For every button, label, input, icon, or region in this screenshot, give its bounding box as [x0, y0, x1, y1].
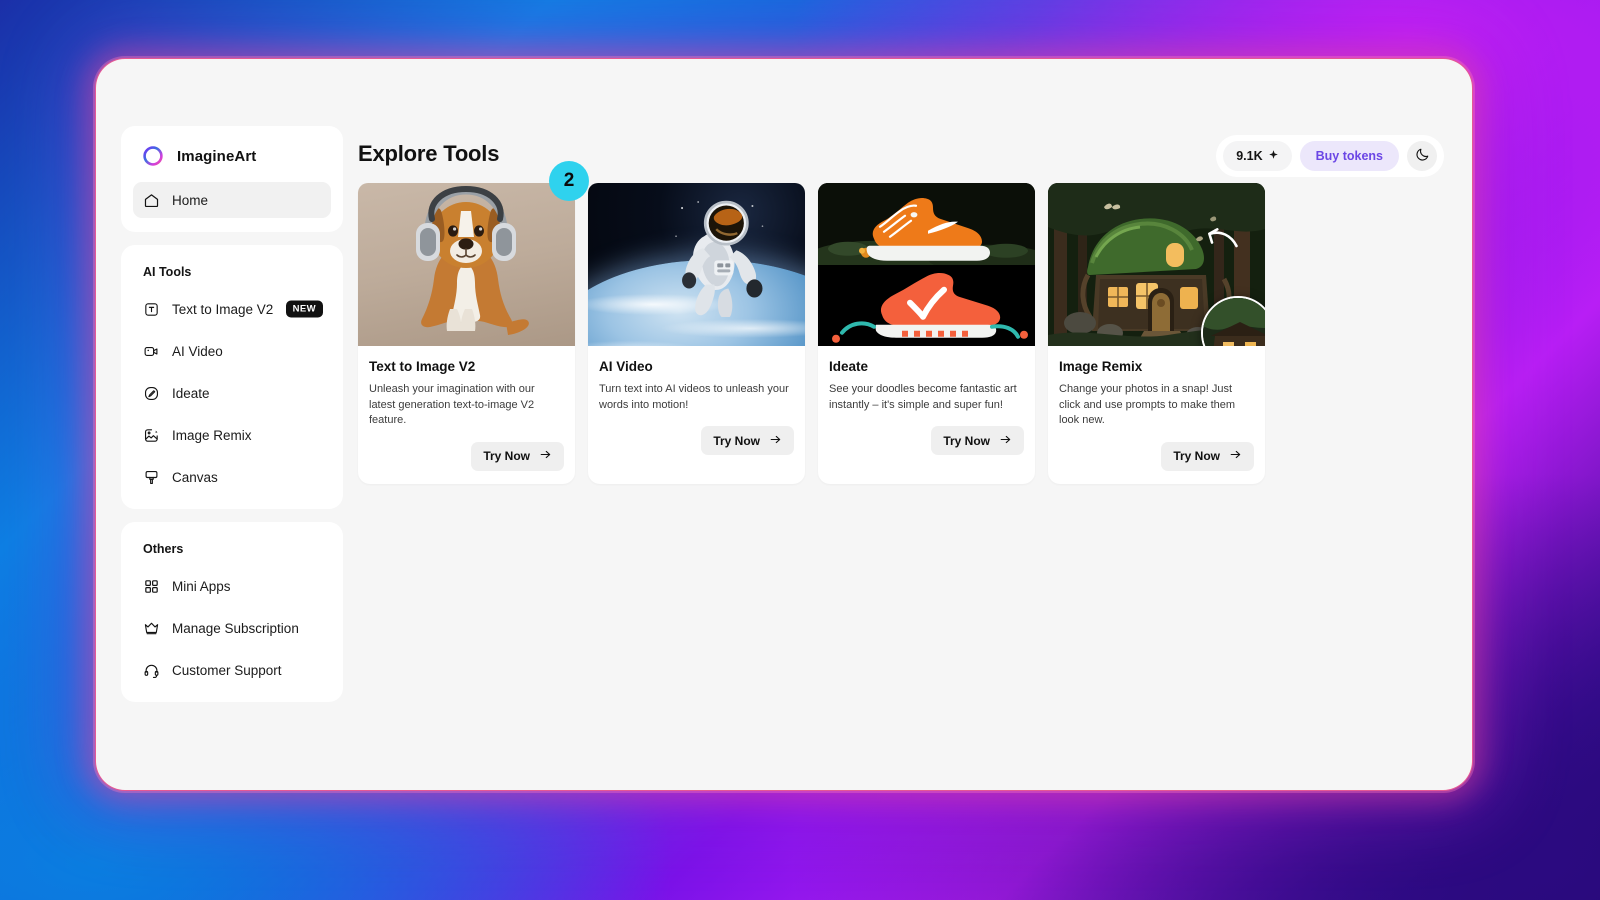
card-description: Unleash your imagination with our latest… [369, 383, 535, 427]
sidebar-group-title-ai-tools: AI Tools [143, 265, 192, 279]
status-badge-new: NEW [285, 300, 323, 318]
sidebar-item-label-mini-apps: Mini Apps [172, 578, 231, 594]
sidebar-group-title-others: Others [143, 542, 184, 556]
sidebar-item-label-ai-video: AI Video [172, 343, 223, 359]
moon-icon [1415, 147, 1430, 165]
card-description: Change your photos in a snap! Just click… [1059, 383, 1236, 427]
card-thumbnail-forest-cottage-remix [1048, 183, 1265, 346]
theme-toggle-button[interactable] [1407, 141, 1437, 171]
try-now-button[interactable]: Try Now [701, 426, 794, 456]
sidebar-item-home[interactable]: Home [133, 182, 331, 218]
try-now-button[interactable]: Try Now [471, 441, 564, 471]
card-title: Ideate [829, 359, 869, 374]
arrow-right-icon [999, 433, 1012, 449]
try-now-label: Try Now [483, 449, 530, 464]
curved-arrow-icon [1208, 228, 1238, 248]
tool-card[interactable]: AI Video Turn text into AI videos to unl… [588, 183, 805, 484]
card-title: Image Remix [1059, 359, 1143, 374]
arrow-right-icon [1229, 448, 1242, 464]
card-title: AI Video [599, 359, 653, 374]
card-thumbnail-dog-with-headphones [358, 183, 575, 346]
sidebar-item-canvas[interactable]: Canvas [133, 459, 331, 495]
crown-icon [143, 620, 160, 637]
sidebar-item-image-remix[interactable]: Image Remix [133, 417, 331, 453]
card-thumbnail-orange-sneaker-and-doodle [818, 183, 1035, 346]
text-box-icon [143, 301, 160, 318]
sidebar-item-label-home: Home [172, 192, 209, 208]
pen-circle-icon [143, 385, 160, 402]
main-content: Explore Tools 9.1K Buy tokens 2 Text to … [358, 59, 1472, 790]
buy-tokens-button[interactable]: Buy tokens [1299, 141, 1399, 171]
tools-card-grid: 2 Text to Image V2 Unleash your imaginat… [358, 161, 1265, 484]
sparkle-icon [1268, 149, 1279, 163]
app-window: ImagineArt Home AI Tools Text to Image V… [95, 58, 1473, 791]
sidebar-item-label-manage-subscription: Manage Subscription [172, 620, 299, 636]
sidebar-top-card: ImagineArt Home [121, 126, 343, 232]
sidebar: ImagineArt Home AI Tools Text to Image V… [121, 126, 343, 702]
card-count-badge: 2 [549, 161, 589, 201]
sidebar-item-customer-support[interactable]: Customer Support [133, 652, 331, 688]
home-icon [143, 192, 160, 209]
sidebar-item-mini-apps[interactable]: Mini Apps [133, 568, 331, 604]
token-balance-value: 9.1K [1236, 149, 1263, 163]
try-now-button[interactable]: Try Now [1161, 441, 1254, 471]
video-camera-icon [143, 343, 160, 360]
card-description: See your doodles become fantastic art in… [829, 383, 1017, 411]
sidebar-item-label-canvas: Canvas [172, 469, 218, 485]
header-actions: 9.1K Buy tokens [1216, 135, 1444, 177]
image-edit-icon [143, 427, 160, 444]
astronaut-graphic [675, 200, 764, 317]
arrow-right-icon [539, 448, 552, 464]
sidebar-item-ideate[interactable]: Ideate [133, 375, 331, 411]
brand-name: ImagineArt [177, 147, 257, 165]
brush-icon [143, 469, 160, 486]
tool-card[interactable]: Image Remix Change your photos in a snap… [1048, 183, 1265, 484]
card-title: Text to Image V2 [369, 359, 476, 374]
arrow-right-icon [769, 433, 782, 449]
grid-apps-icon [143, 578, 160, 595]
card-thumbnail-astronaut-in-space [588, 183, 805, 346]
sidebar-item-label-customer-support: Customer Support [172, 662, 282, 678]
sidebar-item-label-image-remix: Image Remix [172, 427, 252, 443]
try-now-button[interactable]: Try Now [931, 426, 1024, 456]
try-now-label: Try Now [713, 433, 760, 448]
sidebar-item-label-ideate: Ideate [172, 385, 210, 401]
sneaker-photo [818, 183, 1035, 265]
tool-card[interactable]: 2 Text to Image V2 Unleash your imaginat… [358, 161, 589, 484]
card-description: Turn text into AI videos to unleash your… [599, 383, 789, 411]
try-now-label: Try Now [1173, 449, 1220, 464]
token-balance-chip[interactable]: 9.1K [1223, 141, 1292, 171]
tool-card[interactable]: Ideate See your doodles become fantastic… [818, 183, 1035, 484]
sidebar-item-manage-subscription[interactable]: Manage Subscription [133, 610, 331, 646]
try-now-label: Try Now [943, 433, 990, 448]
brand: ImagineArt [133, 140, 331, 182]
sidebar-group-ai-tools: AI Tools Text to Image V2 NEW AI Video I… [121, 245, 343, 509]
sidebar-item-text-to-image-v2[interactable]: Text to Image V2 NEW [133, 291, 331, 327]
page-title: Explore Tools [358, 141, 500, 166]
headset-icon [143, 662, 160, 679]
sidebar-item-label-text-to-image-v2: Text to Image V2 [172, 301, 274, 317]
sidebar-group-others: Others Mini Apps Manage Subscription Cus… [121, 522, 343, 702]
sidebar-item-ai-video[interactable]: AI Video [133, 333, 331, 369]
ring-gradient-logo-icon [141, 144, 165, 168]
doodle-sketch [818, 264, 1035, 346]
